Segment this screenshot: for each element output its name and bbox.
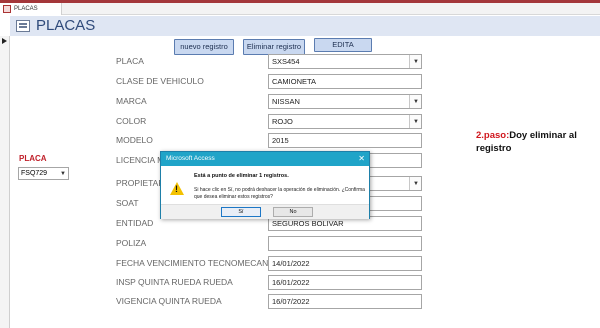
ribbon-accent (0, 0, 600, 3)
annotation-note: 2.paso:Doy eliminar al registro (476, 129, 586, 155)
delete-confirmation-dialog: Microsoft Access ✕ ! Está a punto de eli… (160, 151, 370, 219)
field-input[interactable]: 16/07/2022 (268, 294, 422, 309)
current-record-arrow-icon (2, 38, 7, 44)
chevron-down-icon[interactable]: ▼ (413, 119, 419, 125)
field-value: SXS454 (272, 57, 300, 66)
form-icon (16, 20, 30, 32)
field-value: 16/07/2022 (272, 297, 310, 306)
dialog-message: Si hace clic en Sí, no podrá deshacer la… (194, 187, 365, 200)
dialog-heading: Está a punto de eliminar 1 registros. (194, 173, 289, 179)
field-input[interactable] (268, 236, 422, 251)
new-record-button[interactable]: nuevo registro (174, 39, 234, 55)
field-label: MODELO (116, 135, 153, 145)
field-input[interactable]: 2015 (268, 133, 422, 148)
field-label: VIGENCIA QUINTA RUEDA (116, 296, 222, 306)
field-label: PLACA (116, 56, 144, 66)
delete-record-button[interactable]: Eliminar registro (243, 39, 305, 55)
chevron-down-icon[interactable]: ▼ (413, 181, 419, 187)
record-selector[interactable] (0, 36, 10, 328)
field-label: SOAT (116, 198, 139, 208)
field-value: 14/01/2022 (272, 259, 310, 268)
field-label: FECHA VENCIMIENTO TECNOMECANICA (116, 258, 283, 268)
chevron-down-icon[interactable]: ▼ (413, 59, 419, 65)
field-label: INSP QUINTA RUEDA RUEDA (116, 277, 233, 287)
field-value: CAMIONETA (272, 77, 317, 86)
chevron-down-icon[interactable]: ▼ (60, 171, 66, 177)
field-value: ROJO (272, 117, 293, 126)
dialog-title: Microsoft Access (166, 155, 215, 162)
field-label: CLASE DE VEHICULO (116, 76, 204, 86)
close-icon[interactable]: ✕ (358, 152, 365, 166)
edit-button[interactable]: EDITA (314, 38, 372, 52)
annotation-step: 2.paso: (476, 130, 510, 141)
yes-button[interactable]: Sí (221, 207, 261, 217)
dialog-button-bar: Sí No (161, 204, 369, 219)
form-title: PLACAS (36, 17, 96, 34)
field-value: NISSAN (272, 97, 300, 106)
tab-label: PLACAS (14, 6, 38, 12)
placa-filter-combo[interactable]: FSQ729 ▼ (18, 167, 69, 180)
field-label: COLOR (116, 116, 147, 126)
document-tab-strip: PLACAS (0, 0, 600, 15)
field-input[interactable]: CAMIONETA (268, 74, 422, 89)
form-tab-icon (3, 5, 11, 13)
field-label: ENTIDAD (116, 218, 154, 228)
placa-filter-label: PLACA (19, 154, 47, 163)
field-label: LICENCIA M (116, 155, 165, 165)
field-input[interactable]: 14/01/2022 (268, 256, 422, 271)
warning-exclamation: ! (175, 184, 178, 194)
field-label: POLIZA (116, 238, 147, 248)
dialog-title-bar: Microsoft Access ✕ (161, 152, 369, 166)
field-value: 2015 (272, 136, 289, 145)
chevron-down-icon[interactable]: ▼ (413, 99, 419, 105)
form-header: PLACAS (10, 16, 600, 36)
field-label: MARCA (116, 96, 147, 106)
no-button[interactable]: No (273, 207, 313, 217)
field-combo[interactable]: NISSAN ▼ (268, 94, 422, 109)
placa-filter-value: FSQ729 (21, 170, 48, 177)
field-combo[interactable]: ROJO ▼ (268, 114, 422, 129)
field-input[interactable]: 16/01/2022 (268, 275, 422, 290)
field-value: SEGUROS BOLIVAR (272, 219, 344, 228)
field-combo[interactable]: SXS454 ▼ (268, 54, 422, 69)
tab-placas[interactable]: PLACAS (0, 3, 62, 15)
field-value: 16/01/2022 (272, 278, 310, 287)
